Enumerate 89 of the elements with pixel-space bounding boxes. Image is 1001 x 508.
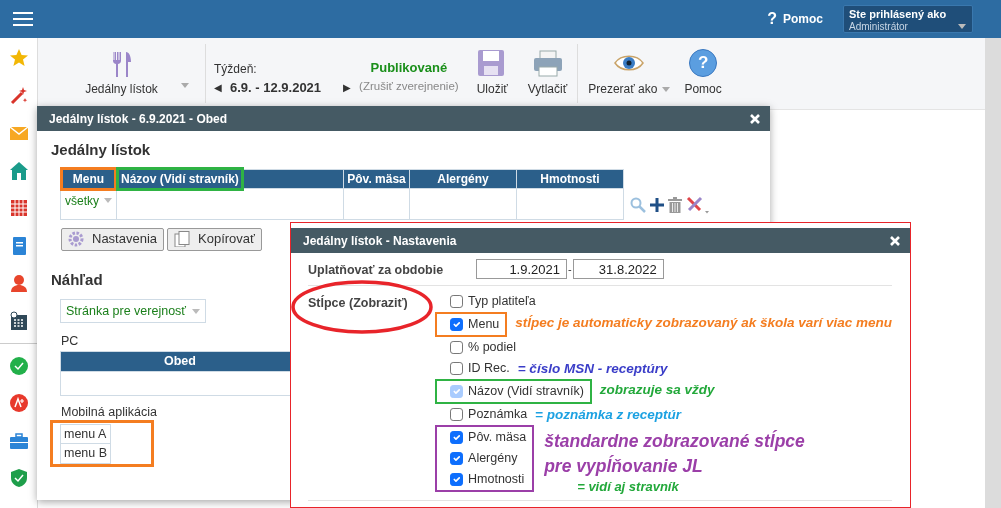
- caret-icon: [192, 308, 201, 314]
- column-header[interactable]: Menu: [60, 169, 117, 188]
- close-icon[interactable]: [890, 235, 900, 246]
- section-heading: Jedálny lístok: [51, 140, 152, 160]
- checkbox[interactable]: [450, 340, 464, 354]
- column-header[interactable]: Hmotnosti: [516, 169, 624, 188]
- field-label: Stĺpce (Zobraziť): [308, 294, 409, 312]
- preview-label: Mobilná aplikácia: [61, 404, 157, 419]
- user-name: Administrátor: [849, 20, 909, 33]
- filter-select[interactable]: všetky: [65, 191, 112, 210]
- field-label: Uplatňovať za obdobie: [308, 262, 445, 279]
- option-label: Typ platiteľa: [468, 292, 536, 310]
- help-icon[interactable]: ?: [767, 7, 777, 31]
- printer-icon: [532, 49, 563, 77]
- annotation-text: zobrazuje sa vždy: [599, 380, 715, 399]
- checkbox[interactable]: [450, 451, 464, 465]
- help-link[interactable]: Pomoc: [783, 10, 823, 28]
- annotation-text: = číslo MSN - receptúry: [517, 359, 668, 378]
- checkbox[interactable]: [450, 294, 464, 308]
- toolbar-button[interactable]: Uložiť: [466, 38, 518, 109]
- column-title: Menu: [72, 171, 105, 186]
- scroll-bar[interactable]: [985, 38, 1001, 508]
- checkbox[interactable]: [450, 361, 464, 375]
- grid-icon[interactable]: [8, 198, 29, 219]
- checkbox[interactable]: [450, 430, 464, 444]
- option-label: Poznámka: [468, 405, 528, 423]
- publish-status: Publikované: [370, 59, 448, 78]
- wand-icon[interactable]: [8, 85, 29, 106]
- toolbar-button[interactable]: Vytlačiť: [517, 38, 578, 109]
- person-icon[interactable]: [8, 273, 29, 294]
- option-label: ID Rec.: [468, 359, 510, 377]
- next-week-arrow[interactable]: ▶: [343, 80, 352, 95]
- check-circle-icon[interactable]: [8, 355, 29, 376]
- annotation-text: = vidí aj stravník: [576, 478, 680, 494]
- calendar-icon[interactable]: [8, 310, 29, 331]
- checkbox[interactable]: [450, 407, 464, 421]
- documents-icon: [174, 231, 191, 247]
- grade-icon[interactable]: [8, 393, 29, 414]
- table-cell: menu A: [60, 424, 111, 444]
- gear-icon: [68, 231, 84, 247]
- house-icon[interactable]: [8, 160, 29, 181]
- checkbox[interactable]: [450, 472, 464, 486]
- plus-icon[interactable]: [650, 197, 664, 212]
- toolbar-button[interactable]: Prezerať ako: [578, 38, 681, 109]
- date-separator: -: [568, 262, 572, 277]
- preview-label: PC: [61, 333, 79, 350]
- table-cell: [343, 188, 410, 219]
- annotation-text: pre vypĺňovanie JL: [544, 454, 704, 478]
- column-header[interactable]: Názov (Vidí stravník): [116, 169, 344, 188]
- settings-button[interactable]: Nastavenia: [61, 227, 165, 251]
- date-field[interactable]: 31.8.2022: [572, 259, 664, 279]
- week-label: Týždeň:: [214, 60, 258, 78]
- view-select[interactable]: Stránka pre verejnosť: [60, 299, 207, 323]
- table-cell: menu B: [60, 443, 111, 464]
- tools-icon[interactable]: [686, 195, 710, 214]
- annotation-text: stĺpec je automaticky zobrazovaný ak škola varí viac menu: [515, 313, 892, 332]
- caret-icon: [104, 198, 112, 203]
- previous-week-arrow[interactable]: ◀: [214, 80, 222, 95]
- caret-icon: [181, 83, 189, 88]
- toolbar-button[interactable]: ? Pomoc: [680, 38, 732, 109]
- annotation-text: = poznámka z receptúr: [535, 405, 682, 424]
- dialog-title: Jedálny lístok - Nastavenia: [303, 232, 457, 250]
- close-icon[interactable]: [750, 113, 760, 124]
- shield-icon[interactable]: [8, 468, 29, 489]
- date-field[interactable]: 1.9.2021: [476, 259, 567, 279]
- unpublish-link[interactable]: (Zrušiť zverejnenie): [359, 77, 459, 95]
- user-label: Ste prihlásený ako: [849, 8, 948, 21]
- caret-icon: [958, 24, 966, 29]
- option-label: Menu: [468, 315, 500, 333]
- briefcase-icon[interactable]: [8, 430, 29, 451]
- week-range: 6.9. - 12.9.2021: [230, 78, 322, 97]
- option-label: Pôv. mäsa: [468, 428, 527, 446]
- option-label: Hmotnosti: [468, 470, 525, 488]
- dialog-title: Jedálny lístok - 6.9.2021 - Obed: [49, 110, 228, 128]
- checkbox[interactable]: [450, 317, 464, 331]
- help-icon: ?: [689, 49, 718, 77]
- menu-icon[interactable]: [13, 11, 33, 27]
- column-header[interactable]: Pôv. mäsa: [343, 169, 410, 188]
- column-header[interactable]: Alergény: [409, 169, 517, 188]
- menu-select[interactable]: Jedálny lístok: [38, 38, 205, 109]
- star-icon[interactable]: [8, 47, 29, 68]
- annotation-text: štandardne zobrazované stĺpce: [544, 429, 805, 453]
- section-heading: Náhľad: [51, 269, 103, 290]
- user-menu[interactable]: Ste prihlásený ako Administrátor: [843, 5, 973, 33]
- option-label: % podiel: [468, 338, 516, 356]
- column-title: Názov (Vidí stravník): [121, 171, 239, 186]
- option-label: Alergény: [468, 449, 518, 467]
- copy-button[interactable]: Kopírovať: [167, 227, 262, 251]
- option-label: Názov (Vidí stravník): [468, 382, 584, 400]
